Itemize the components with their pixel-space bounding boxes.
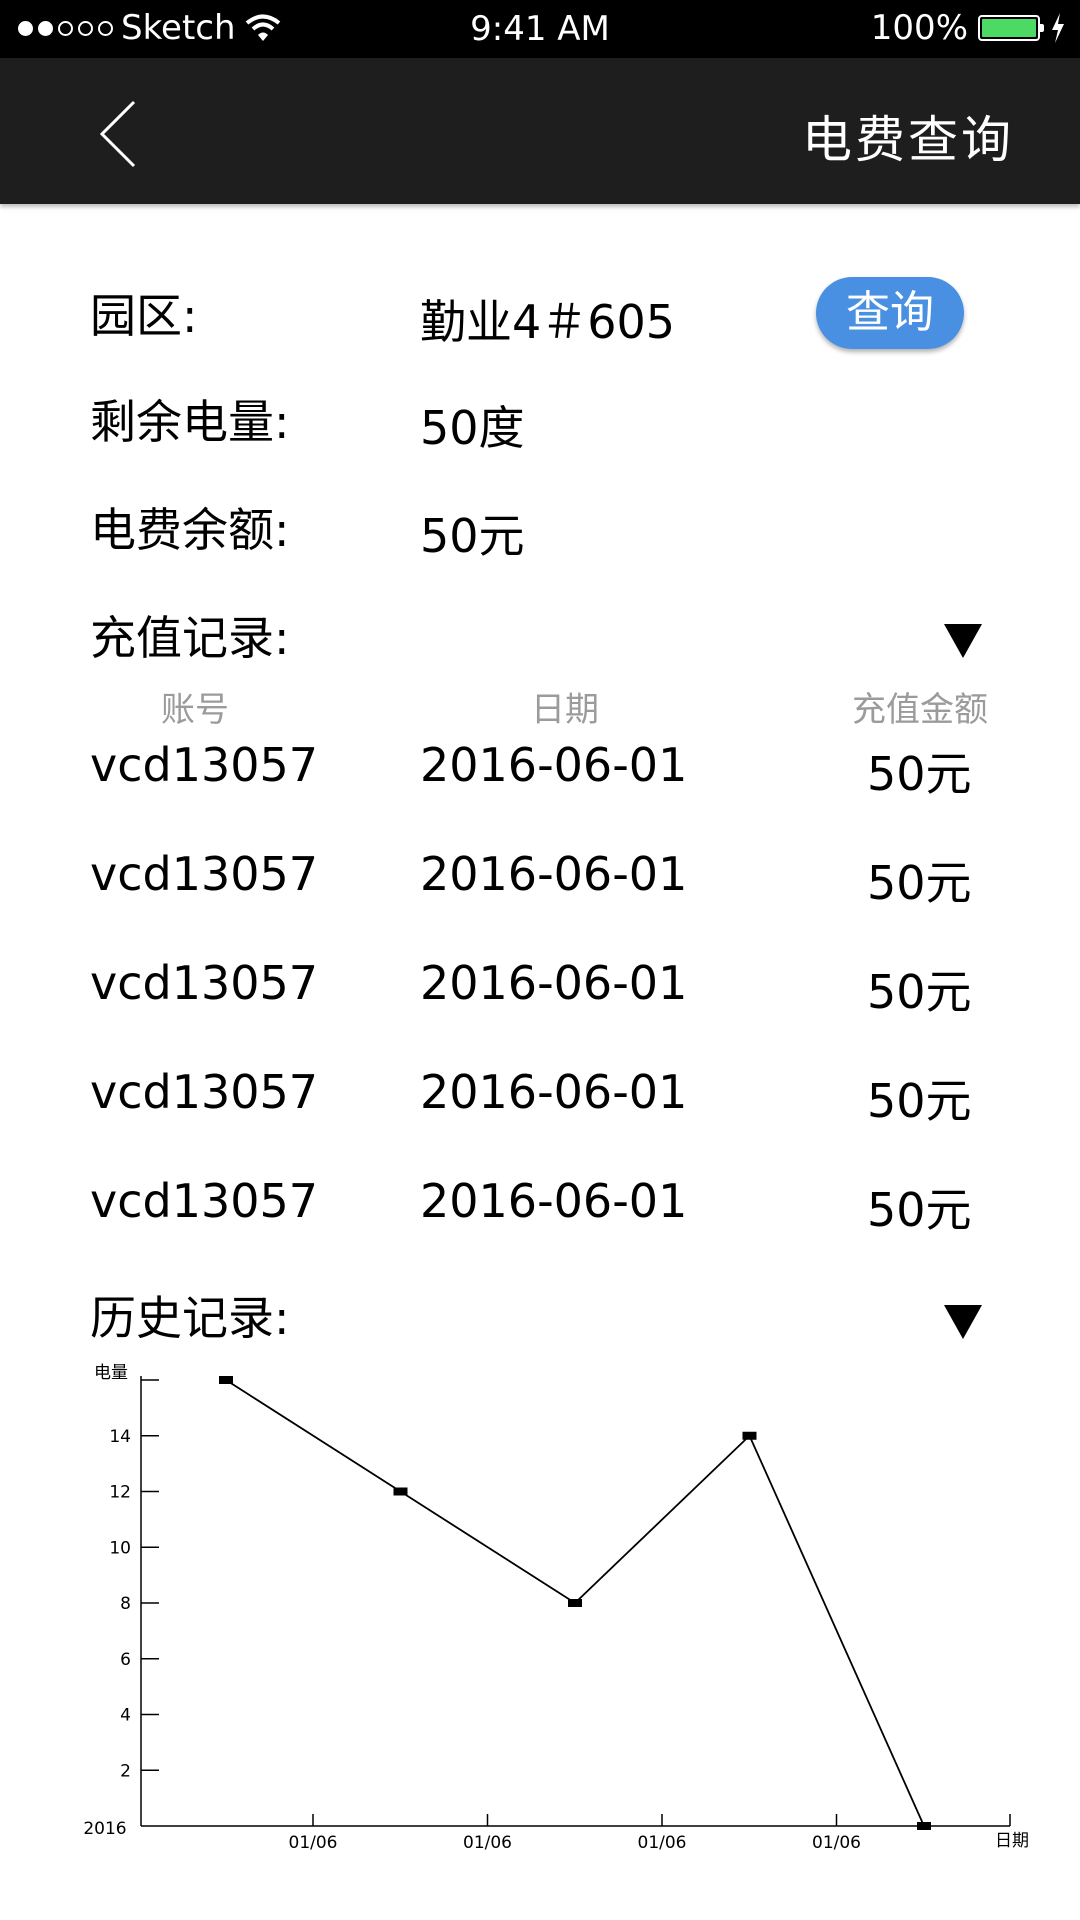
y-tick-label: 4 (120, 1706, 131, 1726)
remaining-power-value: 50度 (420, 401, 525, 455)
recharge-title: 充值记录: (90, 611, 290, 665)
y-tick-label: 14 (109, 1427, 131, 1447)
cell-date: 2016-06-01 (420, 1174, 688, 1228)
cell-date: 2016-06-01 (420, 738, 688, 792)
cell-account: vcd13057 (90, 956, 319, 1010)
cell-amount: 50元 (867, 856, 972, 910)
cell-amount: 50元 (867, 1074, 972, 1128)
charging-bolt-icon (1052, 13, 1064, 43)
query-button[interactable]: 查询 (816, 277, 964, 349)
column-header-amount: 充值金额 (852, 690, 988, 730)
cell-account: vcd13057 (90, 1174, 319, 1228)
table-row: vcd13057 2016-06-01 50元 (0, 1174, 1080, 1254)
cell-date: 2016-06-01 (420, 847, 688, 901)
page-title: 电费查询 (802, 111, 1014, 169)
back-button[interactable] (88, 98, 148, 170)
cell-account: vcd13057 (90, 847, 319, 901)
data-point (393, 1487, 408, 1496)
x-tick-label: 01/06 (289, 1833, 338, 1853)
y-tick-label: 8 (120, 1594, 131, 1614)
remaining-power-label: 剩余电量: (90, 395, 290, 449)
status-bar: Sketch 9:41 AM 100% (0, 0, 1080, 58)
cell-account: vcd13057 (90, 1065, 319, 1119)
x-tick-label: 01/06 (638, 1833, 687, 1853)
history-title: 历史记录: (90, 1291, 290, 1345)
table-row: vcd13057 2016-06-01 50元 (0, 847, 1080, 927)
y-tick-label: 10 (109, 1538, 131, 1558)
column-header-date: 日期 (531, 690, 599, 730)
triangle-down-icon[interactable] (944, 624, 982, 658)
table-row: vcd13057 2016-06-01 50元 (0, 956, 1080, 1036)
column-header-account: 账号 (161, 690, 229, 730)
battery-percent: 100% (870, 8, 968, 48)
table-row: vcd13057 2016-06-01 50元 (0, 1065, 1080, 1145)
cell-date: 2016-06-01 (420, 1065, 688, 1119)
data-point (742, 1431, 757, 1440)
cell-amount: 50元 (867, 1183, 972, 1237)
y-tick-label: 12 (109, 1483, 131, 1503)
balance-value: 50元 (420, 509, 525, 563)
status-right: 100% (871, 8, 1066, 48)
cell-amount: 50元 (867, 965, 972, 1019)
cell-date: 2016-06-01 (420, 956, 688, 1010)
history-chart: 2 4 6 8 10 12 14 01/06 01/06 01/06 01/06 电量日期 2016 (83, 1363, 1029, 1853)
park-label: 园区: (90, 289, 198, 343)
battery-icon (978, 15, 1044, 41)
data-point (219, 1376, 233, 1384)
park-value: 勤业4＃605 (420, 295, 676, 349)
triangle-down-icon[interactable] (944, 1305, 982, 1339)
data-point (568, 1599, 582, 1607)
y-tick-label: 2 (120, 1761, 131, 1781)
x-tick-label: 01/06 (463, 1833, 512, 1853)
chevron-left-icon (99, 100, 136, 168)
x-axis-label: 日期 (995, 1831, 1029, 1851)
origin-label: 2016 (83, 1819, 126, 1839)
balance-label: 电费余额: (90, 503, 290, 557)
cell-amount: 50元 (867, 747, 972, 801)
table-row: vcd13057 2016-06-01 50元 (0, 738, 1080, 818)
y-tick-label: 6 (120, 1650, 131, 1670)
x-tick-label: 01/06 (812, 1833, 861, 1853)
cell-account: vcd13057 (90, 738, 319, 792)
data-point (917, 1822, 931, 1830)
y-axis-label: 电量 (94, 1363, 128, 1383)
nav-bar: 电费查询 (0, 58, 1080, 204)
